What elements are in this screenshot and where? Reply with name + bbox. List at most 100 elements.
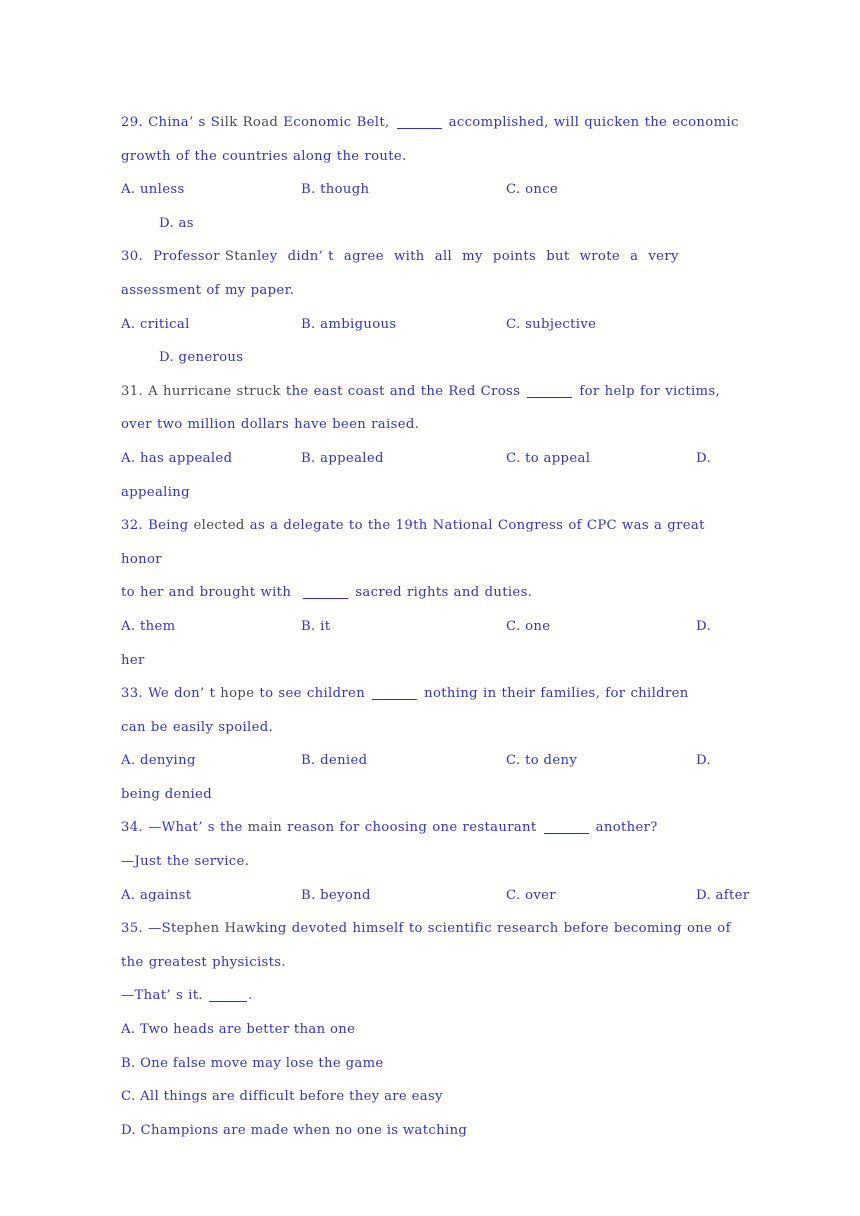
q32-option-a[interactable]: A. them <box>121 610 301 644</box>
q29-option-a[interactable]: A. unless <box>121 173 301 207</box>
q29-text-run-3: Economic Belt, <box>278 115 395 130</box>
q31-option-a-label: A. <box>121 450 136 466</box>
q33-option-c[interactable]: C. to deny <box>506 744 696 778</box>
q35-text-run-2: phen Ha <box>184 921 245 937</box>
q29-text-run-1: 29. China’ s S <box>121 115 221 130</box>
q34-text-run-3: reason for choosing one restaurant <box>282 820 542 836</box>
question-34-stem-line-2: —Just the service. <box>121 854 250 870</box>
q29-text-run-2: ilk Road <box>220 115 279 130</box>
q29-option-a-text: unless <box>139 182 185 198</box>
q30-option-a-text: critical <box>139 316 190 332</box>
q29-option-b[interactable]: B. though <box>301 173 506 207</box>
q34-option-c-label: C. <box>506 887 521 903</box>
q33-option-d-text-wrap[interactable]: being denied <box>121 778 212 812</box>
q33-option-d-label: D. <box>696 753 711 769</box>
q30-option-c[interactable]: C. subjective <box>506 308 696 342</box>
q30-option-d[interactable]: D. generous <box>159 341 243 375</box>
q34-text-run-4: another? <box>590 820 658 836</box>
q29-option-b-label: B. <box>301 182 316 198</box>
question-33-options-row-2: being denied <box>121 778 739 812</box>
q33-option-b-text: denied <box>320 753 368 769</box>
question-35-option-a[interactable]: A. Two heads are better than one <box>121 1013 739 1047</box>
q33-option-c-text: to deny <box>525 753 578 769</box>
question-31-stem-line-1: 31. A hurricane struck the east coast an… <box>121 375 739 409</box>
q30-option-d-text: generous <box>178 350 244 366</box>
question-31-options-row: A. has appealed B. appealed C. to appeal D. <box>121 442 739 476</box>
q34-option-b[interactable]: B. beyond <box>301 879 506 913</box>
q31-answer-blank[interactable] <box>527 396 573 398</box>
q29-text-run-4: accomplished, will quicken the economic <box>443 115 739 130</box>
question-35-stem-line-3: —That’ s it. . <box>121 979 739 1013</box>
question-30-stem-line-1: 30. Professor Stanley didn’ t agree with… <box>121 240 739 274</box>
q34-option-d-text: after <box>715 887 750 903</box>
q33-text-run-4: nothing in their families, for children <box>419 686 689 702</box>
q30-option-c-label: C. <box>506 316 521 332</box>
question-31-options-row-2: appealing <box>121 476 739 510</box>
q32-option-c[interactable]: C. one <box>506 610 696 644</box>
q31-text-run-4: for help for victims, <box>574 383 721 399</box>
document-body: 29. China’ s Silk Road Economic Belt, ac… <box>121 106 749 1148</box>
q34-option-d[interactable]: D. after <box>696 879 749 913</box>
q30-option-b[interactable]: B. ambiguous <box>301 308 506 342</box>
q31-option-c[interactable]: C. to appeal <box>506 442 696 476</box>
question-35-option-d[interactable]: D. Champions are made when no one is wat… <box>121 1114 739 1148</box>
q29-option-b-text: though <box>320 182 370 198</box>
q32-option-b[interactable]: B. it <box>301 610 506 644</box>
q35-text-run-1: 35. —Ste <box>121 921 185 937</box>
q31-option-a[interactable]: A. has appealed <box>121 442 301 476</box>
q34-option-a-label: A. <box>121 887 136 903</box>
q33-answer-blank[interactable] <box>372 699 418 701</box>
q35-option-c-label: C. <box>121 1089 136 1105</box>
question-30-stem-line-2: assessment of my paper. <box>121 282 295 298</box>
q30-option-a-label: A. <box>121 316 136 332</box>
question-32-options-row: A. them B. it C. one D. <box>121 610 739 644</box>
q33-option-d-label-only[interactable]: D. <box>696 744 756 778</box>
q30-option-b-label: B. <box>301 316 316 332</box>
q35-option-b-label: B. <box>121 1055 136 1071</box>
question-29-options-row-2: D. as <box>121 207 739 241</box>
q32-text-run-1: 32. Being <box>121 518 194 534</box>
q35-option-b-text: One false move may lose the game <box>140 1055 384 1071</box>
q32-option-d-label: D. <box>696 618 711 634</box>
q32-option-c-label: C. <box>506 618 521 634</box>
q29-option-c[interactable]: C. once <box>506 173 696 207</box>
question-34-options-row: A. against B. beyond C. over D. after <box>121 879 749 913</box>
q31-option-d-label-only[interactable]: D. <box>696 442 756 476</box>
q35-answer-blank[interactable] <box>208 1001 247 1003</box>
q30-option-a[interactable]: A. critical <box>121 308 301 342</box>
question-35-option-b[interactable]: B. One false move may lose the game <box>121 1047 739 1081</box>
q35-text-run-3: wking devoted himself to scientific rese… <box>244 921 731 937</box>
q31-option-b-text: appealed <box>320 450 384 466</box>
q34-answer-blank[interactable] <box>543 833 589 835</box>
question-34-stem-line-1: 34. —What’ s the main reason for choosin… <box>121 811 739 845</box>
q29-option-d[interactable]: D. as <box>159 207 194 241</box>
question-35-option-c[interactable]: C. All things are difficult before they … <box>121 1080 739 1114</box>
q31-option-b-label: B. <box>301 450 316 466</box>
q35-option-a-label: A. <box>121 1022 136 1038</box>
q35-option-c-text: All things are difficult before they are… <box>140 1089 443 1105</box>
q32-answer-blank[interactable] <box>303 598 349 600</box>
q31-option-d-text-wrap[interactable]: appealing <box>121 476 190 510</box>
q29-answer-blank[interactable] <box>396 128 442 129</box>
q33-option-a[interactable]: A. denying <box>121 744 301 778</box>
q31-option-a-text: has appealed <box>139 450 233 466</box>
question-31-stem-line-2: over two million dollars have been raise… <box>121 417 420 433</box>
q31-option-c-text: to appeal <box>525 450 591 466</box>
question-30-options-row: A. critical B. ambiguous C. subjective <box>121 308 739 342</box>
q33-option-b[interactable]: B. denied <box>301 744 506 778</box>
question-29-options-row: A. unless B. though C. once <box>121 173 739 207</box>
question-32-stem-line-2: to her and brought with sacred rights an… <box>121 576 739 610</box>
q34-option-a[interactable]: A. against <box>121 879 301 913</box>
q31-option-b[interactable]: B. appealed <box>301 442 506 476</box>
q34-option-a-text: against <box>139 887 192 903</box>
q33-text-run-3: to see children <box>254 686 371 702</box>
question-35-stem-line-1: 35. —Stephen Hawking devoted himself to … <box>121 912 739 946</box>
q32-option-d-label-only[interactable]: D. <box>696 610 756 644</box>
q35-option-a-text: Two heads are better than one <box>139 1022 356 1038</box>
q34-option-c[interactable]: C. over <box>506 879 696 913</box>
q35-option-d-label: D. <box>121 1122 136 1138</box>
q32-option-c-text: one <box>525 618 551 634</box>
q32-option-d-text-wrap[interactable]: her <box>121 644 145 678</box>
question-29-stem-line-1: 29. China’ s Silk Road Economic Belt, ac… <box>121 106 739 140</box>
q34-text-run-2: main <box>247 820 283 836</box>
